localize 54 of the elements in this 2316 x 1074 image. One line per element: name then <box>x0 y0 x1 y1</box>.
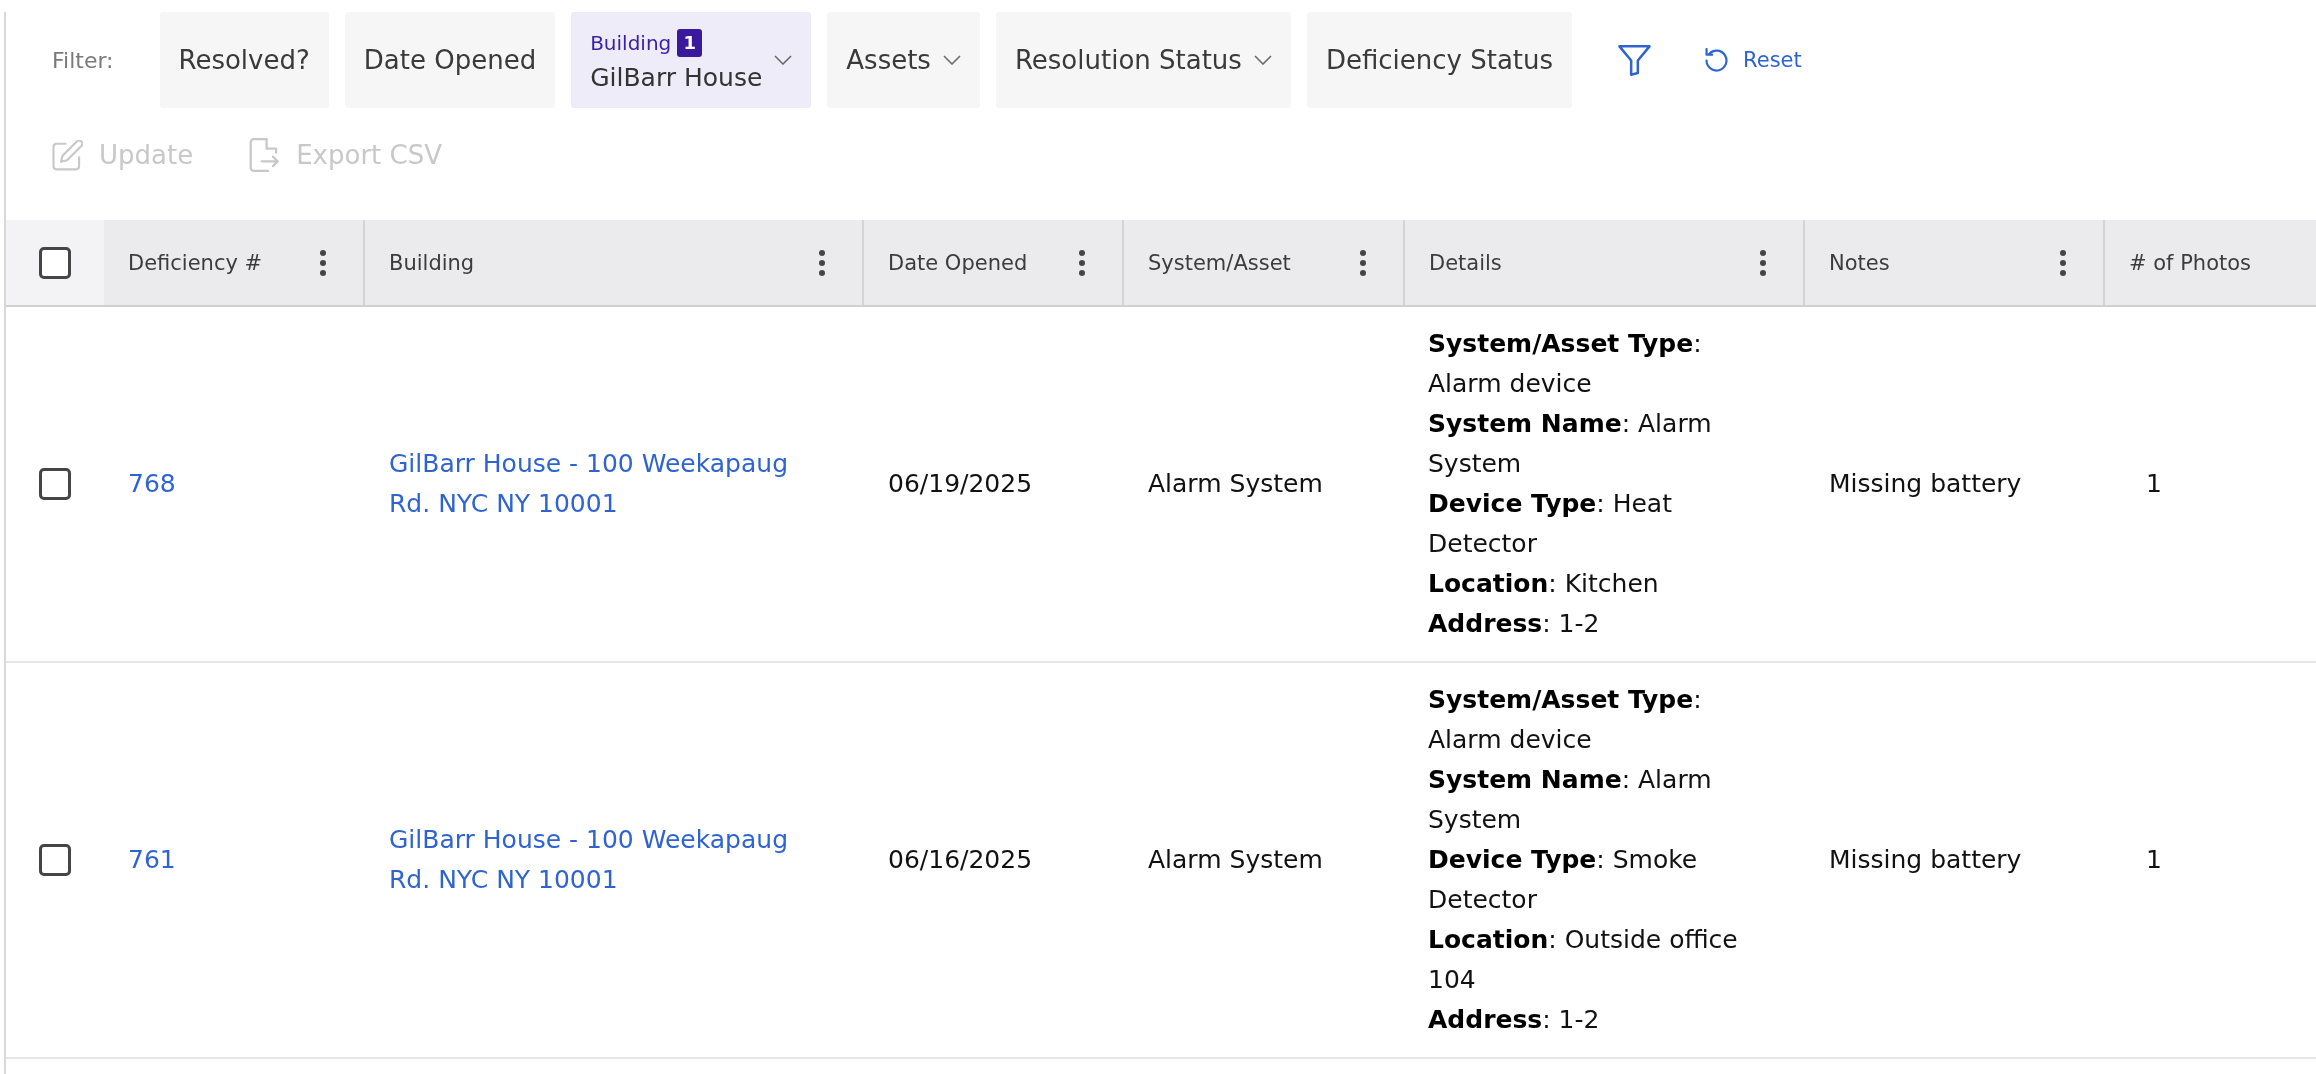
select-all-checkbox[interactable] <box>39 246 71 279</box>
column-header[interactable]: Date Opened <box>888 250 1028 275</box>
column-header[interactable]: System/Asset <box>1148 250 1291 275</box>
chevron-down-icon <box>1253 55 1272 65</box>
date-opened-text: 06/19/2025 <box>888 468 1033 500</box>
photo-count-text: 1 <box>2146 468 2162 500</box>
filter-chip[interactable]: Resolved? <box>159 12 329 108</box>
detail-line: System/Asset Type: Alarm device <box>1428 684 1703 756</box>
kebab-menu-icon[interactable] <box>1760 249 1766 276</box>
photo-count-text: 1 <box>2146 844 2162 876</box>
notes-text: Missing battery <box>1829 468 2022 500</box>
column-header[interactable]: Notes <box>1829 250 1890 275</box>
building-link[interactable]: GilBarr House - 100 Weekapaug Rd. NYC NY 10001 <box>389 820 814 900</box>
date-opened-text: 06/16/2025 <box>888 844 1033 876</box>
detail-line: Device Type: Smoke Detector <box>1428 844 1699 916</box>
detail-line: Address: 1-2 <box>1428 608 1600 640</box>
building-link[interactable]: GilBarr House - 100 Weekapaug Rd. NYC NY 10001 <box>389 444 814 524</box>
filter-icon[interactable] <box>1618 44 1652 76</box>
filter-chip[interactable]: Resolution Status <box>995 12 1291 108</box>
reset-button[interactable]: Reset <box>1705 48 1802 72</box>
filter-chip[interactable]: Assets <box>827 12 980 108</box>
kebab-menu-icon[interactable] <box>1079 249 1085 276</box>
kebab-menu-icon[interactable] <box>819 249 825 276</box>
chevron-down-icon <box>774 55 793 65</box>
filter-chip[interactable]: Deficiency Status <box>1306 12 1573 108</box>
file-export-icon <box>249 138 281 172</box>
kebab-menu-icon[interactable] <box>320 249 326 276</box>
notes-text: Missing battery <box>1829 844 2022 876</box>
kebab-menu-icon[interactable] <box>2060 249 2066 276</box>
system-asset-text: Alarm System <box>1148 844 1323 876</box>
detail-line: Location: Outside office 104 <box>1428 924 1739 996</box>
filter-chip[interactable]: Building 1 GilBarr House <box>571 12 812 108</box>
detail-line: System/Asset Type: Alarm device <box>1428 328 1703 400</box>
deficiency-number-link[interactable]: 768 <box>128 464 176 504</box>
detail-line: System Name: Alarm System <box>1428 764 1713 836</box>
deficiency-number-link[interactable]: 761 <box>128 840 176 880</box>
system-asset-text: Alarm System <box>1148 468 1323 500</box>
edit-icon <box>52 139 83 171</box>
detail-line: System Name: Alarm System <box>1428 408 1713 480</box>
filter-chip[interactable]: Date Opened <box>344 12 556 108</box>
row-checkbox[interactable] <box>39 468 71 500</box>
column-header[interactable]: Building <box>389 250 475 275</box>
column-header[interactable]: # of Photos <box>2129 250 2252 275</box>
row-checkbox[interactable] <box>39 844 71 876</box>
detail-line: Location: Kitchen <box>1428 568 1659 600</box>
reset-icon <box>1705 48 1729 72</box>
count-badge: 1 <box>677 28 703 57</box>
detail-line: Device Type: Heat Detector <box>1428 488 1673 560</box>
chevron-down-icon <box>942 55 961 65</box>
column-header[interactable]: Details <box>1429 250 1502 275</box>
filter-label: Filter: <box>52 47 114 73</box>
detail-line: Address: 1-2 <box>1428 1004 1600 1036</box>
kebab-menu-icon[interactable] <box>1360 249 1366 276</box>
column-header[interactable]: Deficiency # <box>128 250 263 275</box>
